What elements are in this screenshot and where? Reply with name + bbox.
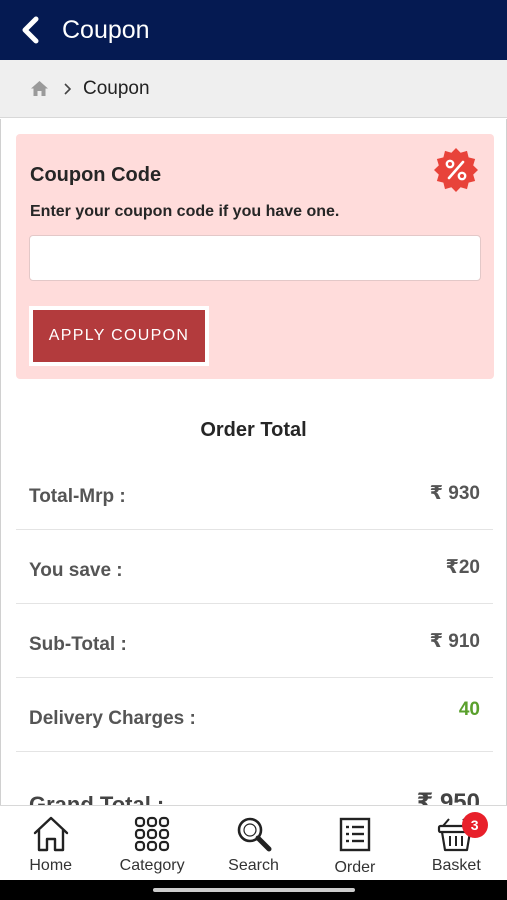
nav-category[interactable]: Category [101, 806, 202, 880]
system-navigation-bar [0, 880, 507, 900]
total-mrp-row: Total-Mrp : ₹ 930 [16, 456, 493, 530]
order-total-title: Order Total [200, 419, 307, 441]
nav-order[interactable]: Order [304, 806, 405, 880]
total-mrp-label: Total-Mrp : [29, 486, 126, 507]
nav-search[interactable]: Search [203, 806, 304, 880]
home-icon[interactable] [30, 80, 49, 97]
you-save-label: You save : [29, 560, 123, 581]
coupon-code-input[interactable] [29, 235, 481, 281]
breadcrumb-current: Coupon [83, 77, 150, 99]
home-icon [32, 814, 70, 854]
nav-basket[interactable]: 3 Basket [406, 806, 507, 880]
percent-badge-icon [433, 147, 479, 198]
sub-total-label: Sub-Total : [29, 634, 127, 655]
nav-home[interactable]: Home [0, 806, 101, 880]
delivery-charges-value: 40 [458, 699, 480, 720]
main-content[interactable]: Coupon Code Enter your coupon code if yo… [0, 119, 507, 805]
order-list-icon [336, 814, 374, 854]
grand-total-label: Grand Total : [29, 792, 165, 805]
sub-total-row: Sub-Total : ₹ 910 [16, 604, 493, 678]
delivery-charges-label: Delivery Charges : [29, 708, 196, 729]
search-icon [235, 814, 273, 854]
delivery-charges-row: Delivery Charges : 40 [16, 678, 493, 752]
breadcrumb: Coupon [0, 60, 507, 118]
sub-total-value: ₹ 910 [429, 631, 480, 652]
you-save-row: You save : ₹20 [16, 530, 493, 604]
basket-count-badge: 3 [461, 812, 488, 838]
chevron-left-icon [22, 16, 39, 44]
page-title: Coupon [62, 15, 150, 44]
top-app-bar: Coupon [0, 0, 507, 60]
nav-order-label: Order [334, 859, 376, 876]
back-button[interactable] [2, 0, 58, 60]
you-save-value: ₹20 [445, 557, 480, 578]
chevron-right-icon [63, 82, 71, 95]
home-gesture-indicator[interactable] [153, 888, 355, 892]
coupon-card: Coupon Code Enter your coupon code if yo… [16, 134, 494, 379]
nav-home-label: Home [29, 857, 73, 874]
total-mrp-value: ₹ 930 [429, 483, 480, 504]
apply-coupon-button[interactable]: APPLY COUPON [29, 306, 209, 366]
grand-total-row: Grand Total : ₹ 950 [16, 752, 493, 805]
coupon-subtitle: Enter your coupon code if you have one. [30, 203, 340, 220]
grand-total-value: ₹ 950 [416, 789, 480, 805]
grid-icon [133, 814, 171, 854]
nav-basket-label: Basket [431, 857, 481, 874]
nav-category-label: Category [119, 857, 185, 874]
coupon-title: Coupon Code [30, 164, 162, 186]
bottom-navigation: Home Category Search Order 3 Basket [0, 805, 507, 880]
nav-search-label: Search [228, 857, 279, 874]
